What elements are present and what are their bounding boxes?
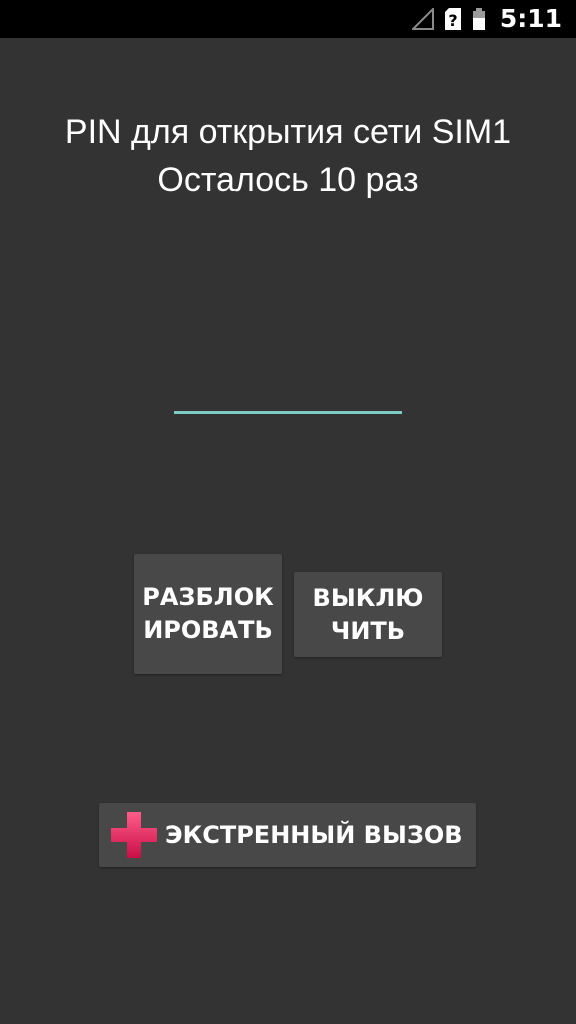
signal-icon xyxy=(411,8,434,30)
emergency-call-label: ЭКСТРЕННЫЙ ВЫЗОВ xyxy=(165,821,463,849)
unlock-button[interactable]: РАЗБЛОКИРОВАТЬ xyxy=(134,554,282,674)
pin-input[interactable] xyxy=(174,370,402,414)
status-bar: ? 5:11 xyxy=(0,0,576,38)
pin-prompt: PIN для открытия сети SIM1 Осталось 10 р… xyxy=(0,108,576,204)
attempts-remaining: Осталось 10 раз xyxy=(157,161,419,199)
status-clock: 5:11 xyxy=(499,4,562,33)
pin-prompt-title: PIN для открытия сети SIM1 xyxy=(64,113,512,151)
power-off-button[interactable]: ВЫКЛЮЧИТЬ xyxy=(294,572,442,657)
sim-unknown-icon: ? xyxy=(444,8,461,30)
sim-unknown-glyph: ? xyxy=(448,11,457,30)
battery-icon xyxy=(472,8,485,30)
emergency-plus-icon xyxy=(111,812,157,858)
unlock-button-label: РАЗБЛОКИРОВАТЬ xyxy=(142,583,274,644)
emergency-call-button[interactable]: ЭКСТРЕННЫЙ ВЫЗОВ xyxy=(99,803,476,867)
status-icons: ? 5:11 xyxy=(411,0,562,38)
sim-pin-lock-screen: ? 5:11 PIN для открытия сети SIM1 Остало… xyxy=(0,0,576,1024)
power-off-button-label: ВЫКЛЮЧИТЬ xyxy=(312,583,424,645)
